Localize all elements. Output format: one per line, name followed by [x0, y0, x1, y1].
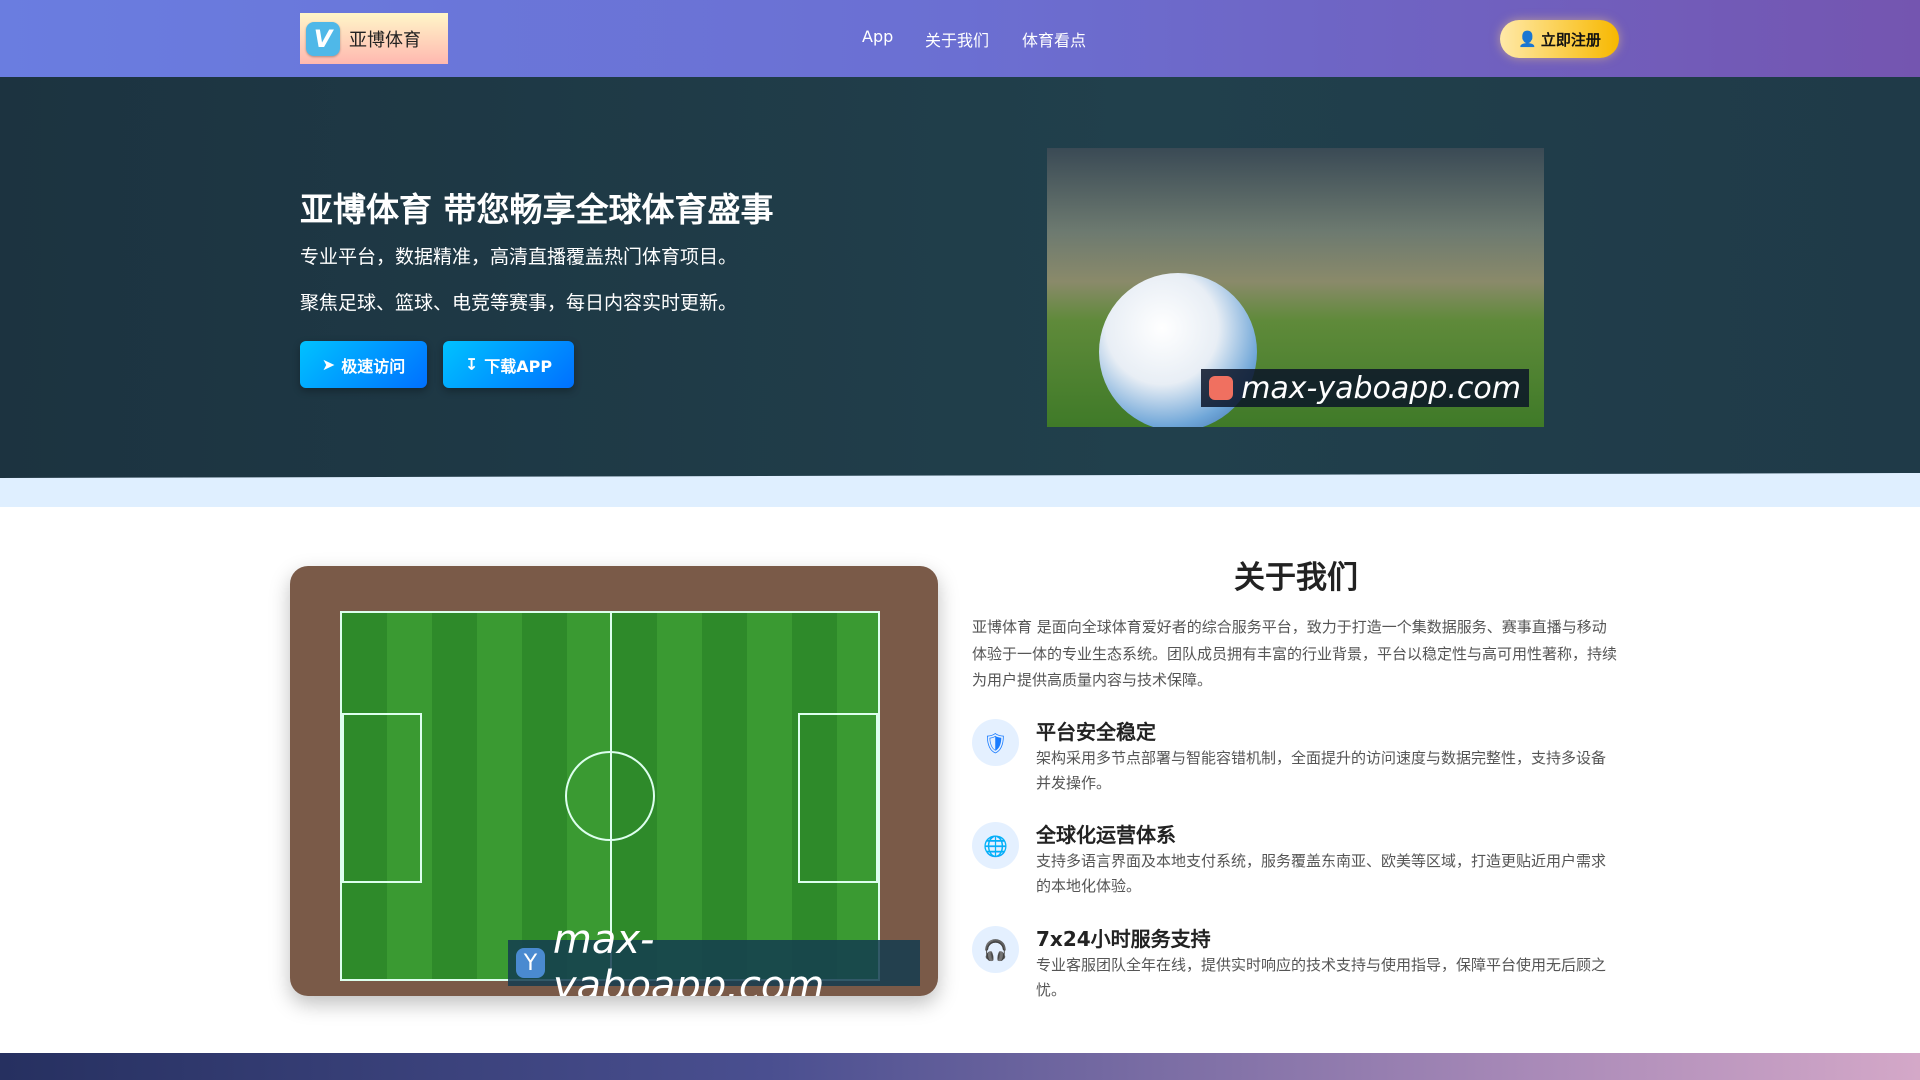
- download-icon: ↧: [464, 355, 479, 374]
- hero-subtitle-2: 聚焦足球、篮球、电竞等赛事，每日内容实时更新。: [300, 292, 738, 314]
- footer-band: [0, 1053, 1920, 1080]
- feature-desc: 支持多语言界面及本地支付系统，服务覆盖东南亚、欧美等区域，打造更贴近用户需求的本…: [1036, 852, 1607, 895]
- globe-icon: 🌐: [972, 822, 1019, 869]
- register-label: 立即注册: [1540, 30, 1601, 49]
- register-button[interactable]: 👤 立即注册: [1500, 20, 1619, 58]
- fast-access-label: 极速访问: [341, 356, 406, 376]
- feature-desc: 架构采用多节点部署与智能容错机制，全面提升的访问速度与数据完整性，支持多设备并发…: [1036, 749, 1607, 792]
- nav-link-highlights[interactable]: 体育看点: [1022, 27, 1086, 51]
- feature-title: 全球化运营体系: [1036, 823, 1176, 847]
- stadium-image: Y max-yaboapp.com: [290, 566, 938, 996]
- about-watermark: Y max-yaboapp.com: [508, 917, 920, 996]
- feature-title: 7x24小时服务支持: [1036, 927, 1211, 951]
- shield-icon: 🛡: [972, 719, 1019, 766]
- watermark-text: max-yaboapp.com: [1241, 370, 1521, 406]
- nav-link-app[interactable]: App: [862, 27, 893, 46]
- hero-watermark: max-yaboapp.com: [1201, 369, 1529, 407]
- hero-title: 亚博体育 带您畅享全球体育盛事: [300, 190, 774, 229]
- logo-text: 亚博体育: [349, 29, 421, 51]
- fast-access-button[interactable]: ➤ 极速访问: [300, 341, 427, 388]
- top-nav: V 亚博体育 App 关于我们 体育看点 👤 立即注册: [0, 0, 1920, 77]
- about-paragraph: 亚博体育 是面向全球体育爱好者的综合服务平台，致力于打造一个集数据服务、赛事直播…: [972, 618, 1618, 689]
- download-label: 下载APP: [484, 356, 553, 376]
- about-title: 关于我们: [1234, 560, 1358, 596]
- watermark-icon: Y: [516, 948, 545, 978]
- watermark-icon: [1209, 376, 1234, 400]
- hero-subtitle-1: 专业平台，数据精准，高清直播覆盖热门体育项目。: [300, 246, 738, 268]
- logo-icon: V: [306, 21, 340, 56]
- download-app-button[interactable]: ↧ 下载APP: [443, 341, 574, 388]
- watermark-text: max-yaboapp.com: [552, 917, 825, 996]
- nav-link-about[interactable]: 关于我们: [925, 27, 989, 51]
- feature-desc: 专业客服团队全年在线，提供实时响应的技术支持与使用指导，保障平台使用无后顾之忧。: [1036, 956, 1607, 999]
- headset-icon: 🎧: [972, 926, 1019, 973]
- feature-title: 平台安全稳定: [1036, 720, 1156, 744]
- user-icon: 👤: [1518, 30, 1537, 48]
- divider-band: [0, 473, 1920, 507]
- hero-section: [0, 77, 1920, 478]
- logo[interactable]: V 亚博体育: [300, 13, 448, 64]
- hero-image: max-yaboapp.com: [1047, 148, 1544, 427]
- rocket-icon: ➤: [321, 355, 336, 374]
